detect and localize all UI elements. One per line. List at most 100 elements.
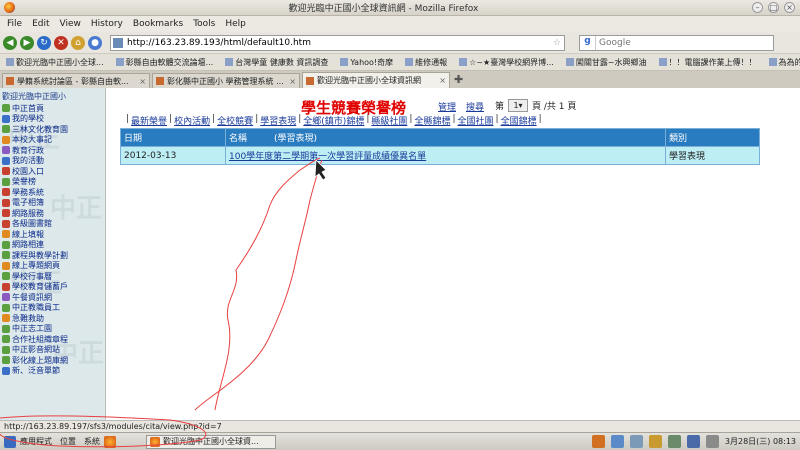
back-arrow-icon[interactable]: ◀ xyxy=(3,35,17,50)
table-row: 2012-03-13 100學年度第二學期第一次學習評量成績優異名單 學習表現 xyxy=(120,146,760,165)
address-bar[interactable]: ☆ xyxy=(110,34,565,51)
bookmark-star-icon[interactable]: ☆ xyxy=(550,38,564,48)
sidebar-item[interactable]: 我的活動 xyxy=(0,156,105,167)
sidebar-item[interactable]: 中正教職員工 xyxy=(0,303,105,314)
sidebar-icon xyxy=(2,251,10,260)
battery-icon[interactable] xyxy=(705,435,719,448)
maximize-button[interactable]: □ xyxy=(768,2,779,13)
firefox-tray-icon[interactable] xyxy=(591,435,605,448)
tab-close-icon[interactable]: × xyxy=(289,77,296,86)
sidebar-item[interactable]: 校園入口 xyxy=(0,166,105,177)
sidebar-item[interactable]: 網路服務 xyxy=(0,208,105,219)
sidebar-item[interactable]: 教育行政 xyxy=(0,145,105,156)
sidebar-item[interactable]: 合作社組織章程 xyxy=(0,334,105,345)
page-select[interactable]: 1 ▾ xyxy=(508,99,529,112)
stop-icon[interactable]: ✕ xyxy=(54,35,68,50)
minimize-button[interactable]: – xyxy=(752,2,763,13)
search-link[interactable]: 搜尋 xyxy=(466,100,484,113)
sidebar-item[interactable]: 新、泛音單節 xyxy=(0,366,105,377)
sidebar-item[interactable]: 急難救助 xyxy=(0,313,105,324)
tab-school-home[interactable]: 歡迎光臨中正國小全球資訊網 × xyxy=(302,72,450,88)
tab-close-icon[interactable]: × xyxy=(439,76,446,85)
taskbar-window-button[interactable]: 歡迎光臨中正國小全球資... xyxy=(146,434,276,449)
menu-view[interactable]: View xyxy=(55,19,86,29)
places-menu[interactable]: 位置 xyxy=(60,436,76,447)
menu-tools[interactable]: Tools xyxy=(188,19,220,29)
menu-edit[interactable]: Edit xyxy=(27,19,54,29)
bookmark-icon xyxy=(6,58,14,66)
category-link[interactable]: 全國錦標 xyxy=(501,114,537,127)
bookmark-item[interactable]: 闖關甘露~水興鄉油 xyxy=(560,57,653,68)
bookmark-item[interactable]: 為為的快打高手 xyxy=(763,57,800,68)
forward-arrow-icon[interactable]: ▶ xyxy=(20,35,34,50)
firefox-launcher-icon[interactable] xyxy=(104,435,116,448)
bookmark-item[interactable]: 台灣學童 健康數 資訊調查 xyxy=(219,57,334,68)
addon-icon[interactable]: ● xyxy=(88,35,102,50)
package-icon[interactable] xyxy=(648,435,662,448)
menu-file[interactable]: File xyxy=(2,19,27,29)
search-input[interactable] xyxy=(596,37,773,48)
sidebar-item[interactable]: 三林文化教育園 xyxy=(0,124,105,135)
sidebar-item[interactable]: 中正首頁 xyxy=(0,103,105,114)
sidebar-item[interactable]: 線上專題網頁 xyxy=(0,261,105,272)
bookmark-item[interactable]: ☆~★臺灣學校網界博... xyxy=(453,57,560,68)
sidebar-item[interactable]: 課程與教學計劃 xyxy=(0,250,105,261)
sidebar-item[interactable]: 電子相簿 xyxy=(0,198,105,209)
home-icon[interactable]: ⌂ xyxy=(71,35,85,50)
category-link[interactable]: 學習表現 xyxy=(260,114,296,127)
tab-sfs[interactable]: 彰化縣中正國小 學務管理系統 ... × xyxy=(152,73,300,88)
sidebar-item[interactable]: 各級圖書館 xyxy=(0,219,105,230)
category-link[interactable]: 校內活動 xyxy=(174,114,210,127)
sidebar-item[interactable]: 學校教育儲蓄戶 xyxy=(0,282,105,293)
system-menu[interactable]: 系統 xyxy=(84,436,100,447)
bookmark-item[interactable]: ！！電腦課作業上傳！！ xyxy=(653,57,763,68)
tab-bar: 學籍系統討論區 - 彰縣自由軟... × 彰化縣中正國小 學務管理系統 ... × … xyxy=(0,71,800,88)
cell-category: 學習表現 xyxy=(665,146,760,165)
apps-menu-icon[interactable] xyxy=(4,435,16,448)
google-icon[interactable]: g xyxy=(580,35,596,50)
tab-close-icon[interactable]: × xyxy=(139,77,146,86)
new-tab-icon[interactable]: ✚ xyxy=(454,73,463,88)
category-link[interactable]: 全鄉(鎮市)錦標 xyxy=(303,114,364,127)
category-link[interactable]: 最新榮譽 xyxy=(131,114,167,127)
pager: 第 1 ▾ 頁 /共 1 頁 xyxy=(495,99,576,112)
bookmark-item[interactable]: 彰縣自由軟體交流論壇... xyxy=(110,57,220,68)
close-button[interactable]: × xyxy=(784,2,795,13)
sidebar-item[interactable]: 彰化線上題庫網 xyxy=(0,355,105,366)
category-link[interactable]: 全校競賽 xyxy=(217,114,253,127)
admin-link[interactable]: 管理 xyxy=(438,100,456,113)
network-icon[interactable] xyxy=(610,435,624,448)
sidebar-item[interactable]: 中正影音網站 xyxy=(0,345,105,356)
chat-icon[interactable] xyxy=(686,435,700,448)
display-icon[interactable] xyxy=(629,435,643,448)
menu-history[interactable]: History xyxy=(86,19,128,29)
pager-suffix: 頁 /共 1 頁 xyxy=(532,102,577,112)
sidebar-item[interactable]: 學務系統 xyxy=(0,187,105,198)
sidebar-item[interactable]: 線上填報 xyxy=(0,229,105,240)
sidebar-item[interactable]: 我的學校 xyxy=(0,114,105,125)
bookmark-item[interactable]: 歡迎光臨中正國小全球... xyxy=(0,57,110,68)
honor-item-link[interactable]: 100學年度第二學期第一次學習評量成績優異名單 xyxy=(229,152,426,162)
menu-bookmarks[interactable]: Bookmarks xyxy=(128,19,188,29)
url-input[interactable] xyxy=(127,37,550,48)
sidebar-item[interactable]: 網路相連 xyxy=(0,240,105,251)
sidebar-item[interactable]: 午餐資訊網 xyxy=(0,292,105,303)
category-link[interactable]: 全國社團 xyxy=(458,114,494,127)
apps-menu[interactable]: 應用程式 xyxy=(20,436,52,447)
bookmark-item[interactable]: 維修通報 xyxy=(399,57,453,68)
category-link[interactable]: 全縣錦標 xyxy=(414,114,450,127)
search-box[interactable]: g xyxy=(579,34,774,51)
bookmark-item[interactable]: Yahoo!奇摩 xyxy=(334,57,399,68)
category-link[interactable]: 縣級社團 xyxy=(371,114,407,127)
volume-icon[interactable] xyxy=(667,435,681,448)
sidebar-icon xyxy=(2,272,10,281)
sidebar-item[interactable]: 中正志工園 xyxy=(0,324,105,335)
reload-icon[interactable]: ↻ xyxy=(37,35,51,50)
tab-forum[interactable]: 學籍系統討論區 - 彰縣自由軟... × xyxy=(2,73,150,88)
clock[interactable]: 3月28日(三) 08:13 xyxy=(725,436,796,447)
sidebar-item[interactable]: 本校大事記 xyxy=(0,135,105,146)
category-nav: | 最新榮譽 | 校內活動 | 全校競賽 | 學習表現 | 全鄉(鎮市)錦標 | 縣級社團 … xyxy=(126,114,542,127)
menu-help[interactable]: Help xyxy=(220,19,251,29)
sidebar-item[interactable]: 榮譽榜 xyxy=(0,177,105,188)
sidebar-item[interactable]: 學校行事曆 xyxy=(0,271,105,282)
